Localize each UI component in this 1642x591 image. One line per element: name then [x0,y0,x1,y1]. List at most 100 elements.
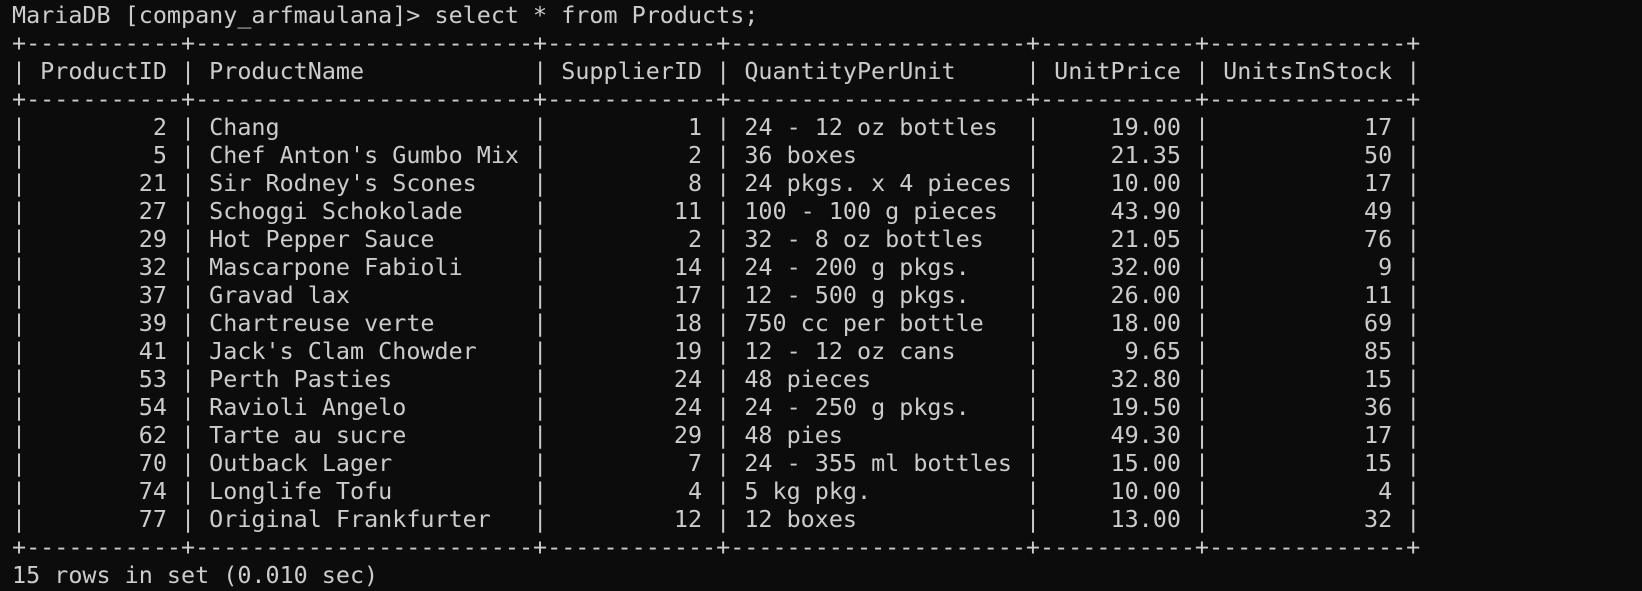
table-cell: 48 pies [744,421,843,449]
table-cell: 74 [138,477,167,505]
table-cell: Chef Anton's Gumbo Mix [209,141,519,169]
table-row: | 74 | Longlife Tofu | 4 | 5 kg pkg. | 1… [12,477,1421,505]
column-header: QuantityPerUnit [744,57,956,85]
table-cell: 4 [688,477,703,505]
table-cell: Hot Pepper Sauce [209,225,435,253]
column-header: ProductID [40,57,167,85]
column-header: ProductName [209,57,365,85]
table-cell: 8 [688,169,703,197]
table-cell: Perth Pasties [209,365,393,393]
table-cell: Gravad lax [209,281,350,309]
table-cell: 37 [138,281,167,309]
table-cell: 24 - 355 ml bottles [744,449,1012,477]
table-cell: 54 [138,393,167,421]
table-cell: 18 [673,309,703,337]
table-cell: 7 [688,449,703,477]
table-row: | 2 | Chang | 1 | 24 - 12 oz bottles | 1… [12,113,1421,141]
table-cell: 62 [138,421,167,449]
table-border-bottom: +-----------+------------------------+--… [12,533,1421,561]
table-row: | 32 | Mascarpone Fabioli | 14 | 24 - 20… [12,253,1421,281]
terminal-output[interactable]: MariaDB [company_arfmaulana]> select * f… [12,1,1420,589]
table-border-top: +-----------+------------------------+--… [12,29,1421,57]
table-cell: 750 cc per bottle [744,309,984,337]
table-cell: Mascarpone Fabioli [209,253,463,281]
prompt: MariaDB [company_arfmaulana]> [12,1,421,29]
table-row: | 77 | Original Frankfurter | 12 | 12 bo… [12,505,1421,533]
column-header: UnitPrice [1054,57,1181,85]
table-cell: 24 - 12 oz bottles [744,113,998,141]
table-cell: 32.00 [1110,253,1181,281]
table-cell: 36 boxes [744,141,858,169]
table-cell: Jack's Clam Chowder [209,337,477,365]
result-summary: 15 rows in set (0.010 sec) [12,561,379,589]
table-cell: 12 - 500 g pkgs. [744,281,970,309]
table-cell: 39 [138,309,167,337]
table-cell: 13.00 [1110,505,1181,533]
table-cell: 77 [138,505,167,533]
table-cell: 76 [1364,225,1393,253]
table-cell: 5 kg pkg. [744,477,872,505]
table-cell: 18.00 [1110,309,1181,337]
table-cell: 15.00 [1110,449,1181,477]
table-cell: 15 [1364,365,1393,393]
column-header: UnitsInStock [1223,57,1393,85]
table-cell: 21.05 [1110,225,1181,253]
table-cell: Tarte au sucre [209,421,407,449]
table-cell: 41 [138,337,167,365]
table-cell: 85 [1364,337,1393,365]
table-cell: 12 boxes [744,505,858,533]
table-cell: Longlife Tofu [209,477,393,505]
table-cell: 50 [1364,141,1393,169]
table-cell: 24 - 250 g pkgs. [744,393,970,421]
table-cell: 69 [1364,309,1393,337]
table-cell: 70 [138,449,167,477]
table-cell: 10.00 [1110,477,1181,505]
table-cell: 100 - 100 g pieces [744,197,998,225]
table-row: | 62 | Tarte au sucre | 29 | 48 pies | 4… [12,421,1421,449]
table-cell: 19.50 [1110,393,1181,421]
table-cell: 17 [1364,421,1393,449]
table-cell: 32 [1364,505,1393,533]
table-cell: 53 [138,365,167,393]
table-cell: 24 [673,365,703,393]
table-cell: 17 [1364,169,1393,197]
table-cell: 49 [1364,197,1393,225]
table-cell: 1 [688,113,703,141]
table-cell: 9.65 [1124,337,1181,365]
prompt-line: MariaDB [company_arfmaulana]> select * f… [12,1,1420,29]
table-cell: 10.00 [1110,169,1181,197]
table-cell: 49.30 [1110,421,1181,449]
table-row: | 27 | Schoggi Schokolade | 11 | 100 - 1… [12,197,1421,225]
table-cell: 11 [1364,281,1393,309]
table-cell: 14 [673,253,703,281]
table-row: | 21 | Sir Rodney's Scones | 8 | 24 pkgs… [12,169,1421,197]
table-row: | 39 | Chartreuse verte | 18 | 750 cc pe… [12,309,1421,337]
table-row: | 70 | Outback Lager | 7 | 24 - 355 ml b… [12,449,1421,477]
table-cell: Outback Lager [209,449,393,477]
table-border-header: +-----------+------------------------+--… [12,85,1421,113]
table-cell: 36 [1364,393,1393,421]
table-cell: Chartreuse verte [209,309,435,337]
table-cell: 27 [138,197,167,225]
table-cell: 24 - 200 g pkgs. [744,253,970,281]
table-cell: 5 [152,141,167,169]
table-cell: 21 [138,169,167,197]
table-cell: 21.35 [1110,141,1181,169]
table-header-row: | ProductID | ProductName | SupplierID |… [12,57,1421,85]
table-cell: Original Frankfurter [209,505,491,533]
table-cell: Chang [209,113,280,141]
table-cell: Schoggi Schokolade [209,197,463,225]
table-cell: 2 [688,225,703,253]
table-cell: 32.80 [1110,365,1181,393]
table-row: | 5 | Chef Anton's Gumbo Mix | 2 | 36 bo… [12,141,1421,169]
table-cell: 32 - 8 oz bottles [744,225,984,253]
table-cell: 2 [152,113,167,141]
table-cell: 24 [673,393,703,421]
table-cell: 17 [673,281,703,309]
table-cell: 19 [673,337,703,365]
table-cell: 32 [138,253,167,281]
table-row: | 54 | Ravioli Angelo | 24 | 24 - 250 g … [12,393,1421,421]
table-cell: 2 [688,141,703,169]
table-row: | 29 | Hot Pepper Sauce | 2 | 32 - 8 oz … [12,225,1421,253]
table-cell: 19.00 [1110,113,1181,141]
